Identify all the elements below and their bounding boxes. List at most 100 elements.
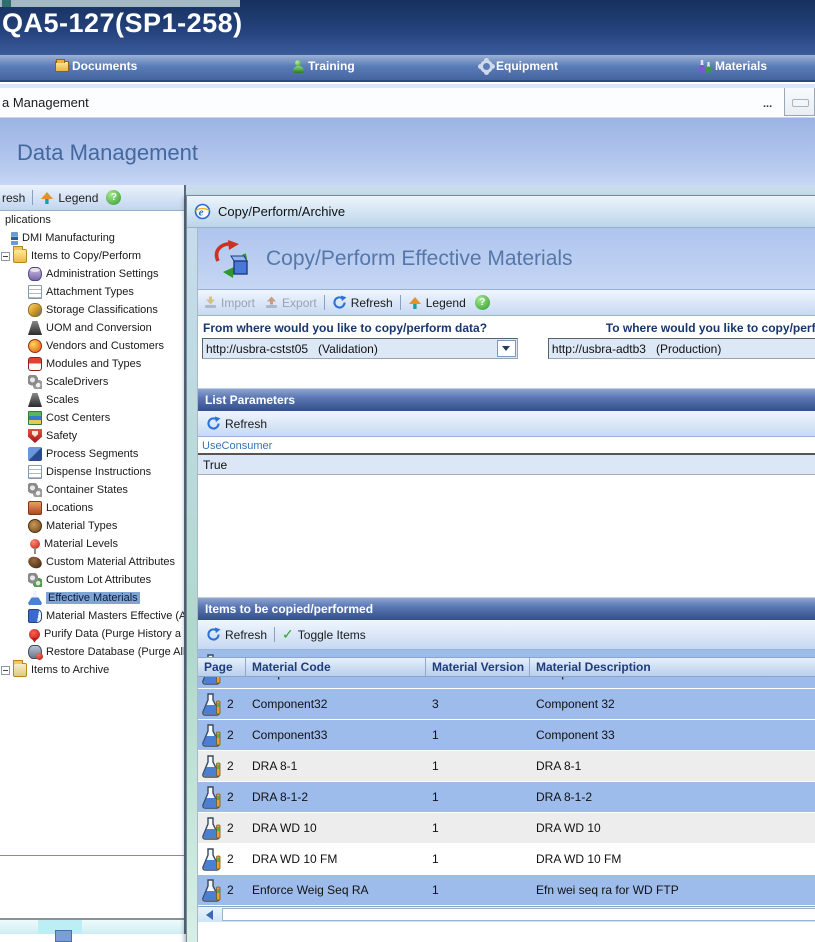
column-header-material-description[interactable]: Material Description	[530, 658, 815, 676]
nav-documents[interactable]: Documents	[55, 59, 137, 73]
table-row[interactable]: 2 DRA WD 10 1 DRA WD 10	[198, 813, 815, 844]
scrollbar-track[interactable]	[222, 908, 815, 921]
flask-icon	[201, 653, 221, 657]
document-icon	[28, 465, 42, 479]
use-consumer-input[interactable]: True	[198, 453, 815, 475]
params-refresh-button[interactable]: Refresh	[206, 416, 267, 431]
tree-item-storage-classifications[interactable]: Storage Classifications	[0, 301, 186, 319]
database-icon	[28, 267, 42, 281]
column-header-material-version[interactable]: Material Version	[426, 658, 530, 676]
toggle-items-button[interactable]: Toggle Items	[282, 626, 366, 643]
tree-item-dispense-instructions[interactable]: Dispense Instructions	[0, 463, 186, 481]
tree-item-process-segments[interactable]: Process Segments	[0, 445, 186, 463]
top-edge-strip	[0, 0, 240, 7]
tree-item-administration-settings[interactable]: Administration Settings	[0, 265, 186, 283]
legend-tree-icon	[408, 296, 422, 310]
target-input[interactable]: http://usbra-adtb3 (Production)	[548, 338, 815, 359]
table-row[interactable]: 2 DRA 8-1 1 DRA 8-1	[198, 751, 815, 782]
table-row[interactable]: 2 Component33 1 Component 33	[198, 720, 815, 751]
tree-item-cost-centers[interactable]: Cost Centers	[0, 409, 186, 427]
refresh-button[interactable]: resh	[2, 191, 25, 205]
collapse-toggle-icon[interactable]	[1, 252, 10, 261]
gears-icon	[28, 573, 42, 587]
check-icon	[282, 626, 294, 643]
tree-item-attachment-types[interactable]: Attachment Types	[0, 283, 186, 301]
tree-item-locations[interactable]: Locations	[0, 499, 186, 517]
tree-item-effective-materials[interactable]: Effective Materials	[0, 589, 186, 607]
source-label: From where would you like to copy/perfor…	[203, 321, 606, 335]
tree-item-modules-and-types[interactable]: Modules and Types	[0, 355, 186, 373]
nav-training[interactable]: Training	[292, 59, 355, 73]
source-combo[interactable]: http://usbra-cstst05 (Validation)	[202, 338, 518, 359]
book-icon	[28, 609, 42, 623]
help-icon[interactable]	[106, 190, 121, 205]
dialog-legend-button[interactable]: Legend	[408, 296, 466, 310]
tree-item-purify-data[interactable]: Purify Data (Purge History a	[0, 625, 186, 643]
import-icon	[204, 296, 217, 309]
copy-perform-dialog: e Copy/Perform/Archive Copy/Perform Effe…	[186, 195, 815, 942]
collapse-toggle-icon[interactable]	[1, 666, 10, 675]
items-section-header: Items to be copied/performed	[198, 597, 815, 620]
legend-button[interactable]: Legend	[40, 191, 98, 205]
tree-item-scales[interactable]: Scales	[0, 391, 186, 409]
bean-icon	[26, 554, 43, 570]
table-row[interactable]: 2 Enforce Weig Seq RA 1 Efn wei seq ra f…	[198, 875, 815, 906]
import-button[interactable]: Import	[204, 296, 255, 310]
tree-item-material-levels[interactable]: Material Levels	[0, 535, 186, 553]
gears-icon	[28, 375, 42, 389]
window-title-row: a Management ...	[0, 88, 815, 118]
tree-item-scaledrivers[interactable]: ScaleDrivers	[0, 373, 186, 391]
dialog-title: Copy/Perform/Archive	[218, 204, 345, 219]
sidebar-tree: plications DMI Manufacturing Items to Co…	[0, 211, 186, 856]
chevron-down-icon[interactable]	[497, 340, 516, 357]
refresh-icon	[332, 295, 347, 310]
export-button[interactable]: Export	[265, 296, 317, 310]
tree-item-uom-and-conversion[interactable]: UOM and Conversion	[0, 319, 186, 337]
scrollbar-thumb[interactable]	[55, 930, 72, 942]
tree-item-safety[interactable]: Safety	[0, 427, 186, 445]
tree-item-dmi-manufacturing[interactable]: DMI Manufacturing	[0, 229, 186, 247]
column-header-material-code[interactable]: Material Code	[246, 658, 426, 676]
tree-item-items-to-archive[interactable]: Items to Archive	[0, 661, 186, 679]
help-icon[interactable]	[475, 295, 490, 310]
table-header: Page Material Code Material Version Mate…	[198, 657, 815, 677]
table-row[interactable]: 2 Component32 3 Component 32	[198, 689, 815, 720]
list-params-toolbar: Refresh	[198, 411, 815, 437]
clipped-row-bottom[interactable]: 2 Component31 2 Component 31	[198, 677, 815, 689]
tree-item-items-to-copy-perform[interactable]: Items to Copy/Perform	[0, 247, 186, 265]
tree-item-custom-lot-attributes[interactable]: Custom Lot Attributes	[0, 571, 186, 589]
copy-perform-icon	[210, 239, 252, 279]
internet-explorer-icon: e	[194, 203, 211, 220]
folder-icon	[13, 249, 27, 263]
equipment-gear-icon	[480, 60, 493, 73]
restore-icon	[792, 99, 809, 107]
training-people-icon	[292, 60, 305, 73]
tree-item-material-types[interactable]: Material Types	[0, 517, 186, 535]
source-target-labels: From where would you like to copy/perfor…	[198, 321, 815, 335]
main-horizontal-scrollbar[interactable]	[0, 920, 184, 934]
nav-materials[interactable]: Materials	[698, 59, 767, 73]
window-control-button[interactable]	[784, 88, 815, 116]
table-row[interactable]: 2 DRA WD 10 FM 1 DRA WD 10 FM	[198, 844, 815, 875]
tree-item-container-states[interactable]: Container States	[0, 481, 186, 499]
nav-equipment[interactable]: Equipment	[480, 59, 558, 73]
document-icon	[28, 285, 42, 299]
tree-item-restore-database[interactable]: Restore Database (Purge All	[0, 643, 186, 661]
dialog-refresh-button[interactable]: Refresh	[332, 295, 393, 310]
pin-icon	[30, 539, 40, 549]
scroll-left-icon[interactable]	[206, 910, 213, 920]
flask-icon	[201, 785, 221, 809]
ribbon-icon	[29, 629, 40, 640]
toolbar-separator	[400, 295, 401, 310]
tree-root-applications[interactable]: plications	[0, 211, 186, 229]
items-refresh-button[interactable]: Refresh	[206, 627, 267, 642]
tree-item-material-masters-effective[interactable]: Material Masters Effective (A	[0, 607, 186, 625]
app-banner: QA5-127(SP1-258)	[0, 0, 815, 55]
dialog-titlebar[interactable]: e Copy/Perform/Archive	[187, 196, 815, 228]
tree-item-vendors-and-customers[interactable]: Vendors and Customers	[0, 337, 186, 355]
tree-item-custom-material-attributes[interactable]: Custom Material Attributes	[0, 553, 186, 571]
table-row[interactable]: 2 DRA 8-1-2 1 DRA 8-1-2	[198, 782, 815, 813]
column-header-page[interactable]: Page	[198, 658, 246, 676]
table-horizontal-scrollbar[interactable]	[198, 906, 815, 922]
weight-icon	[28, 393, 42, 407]
